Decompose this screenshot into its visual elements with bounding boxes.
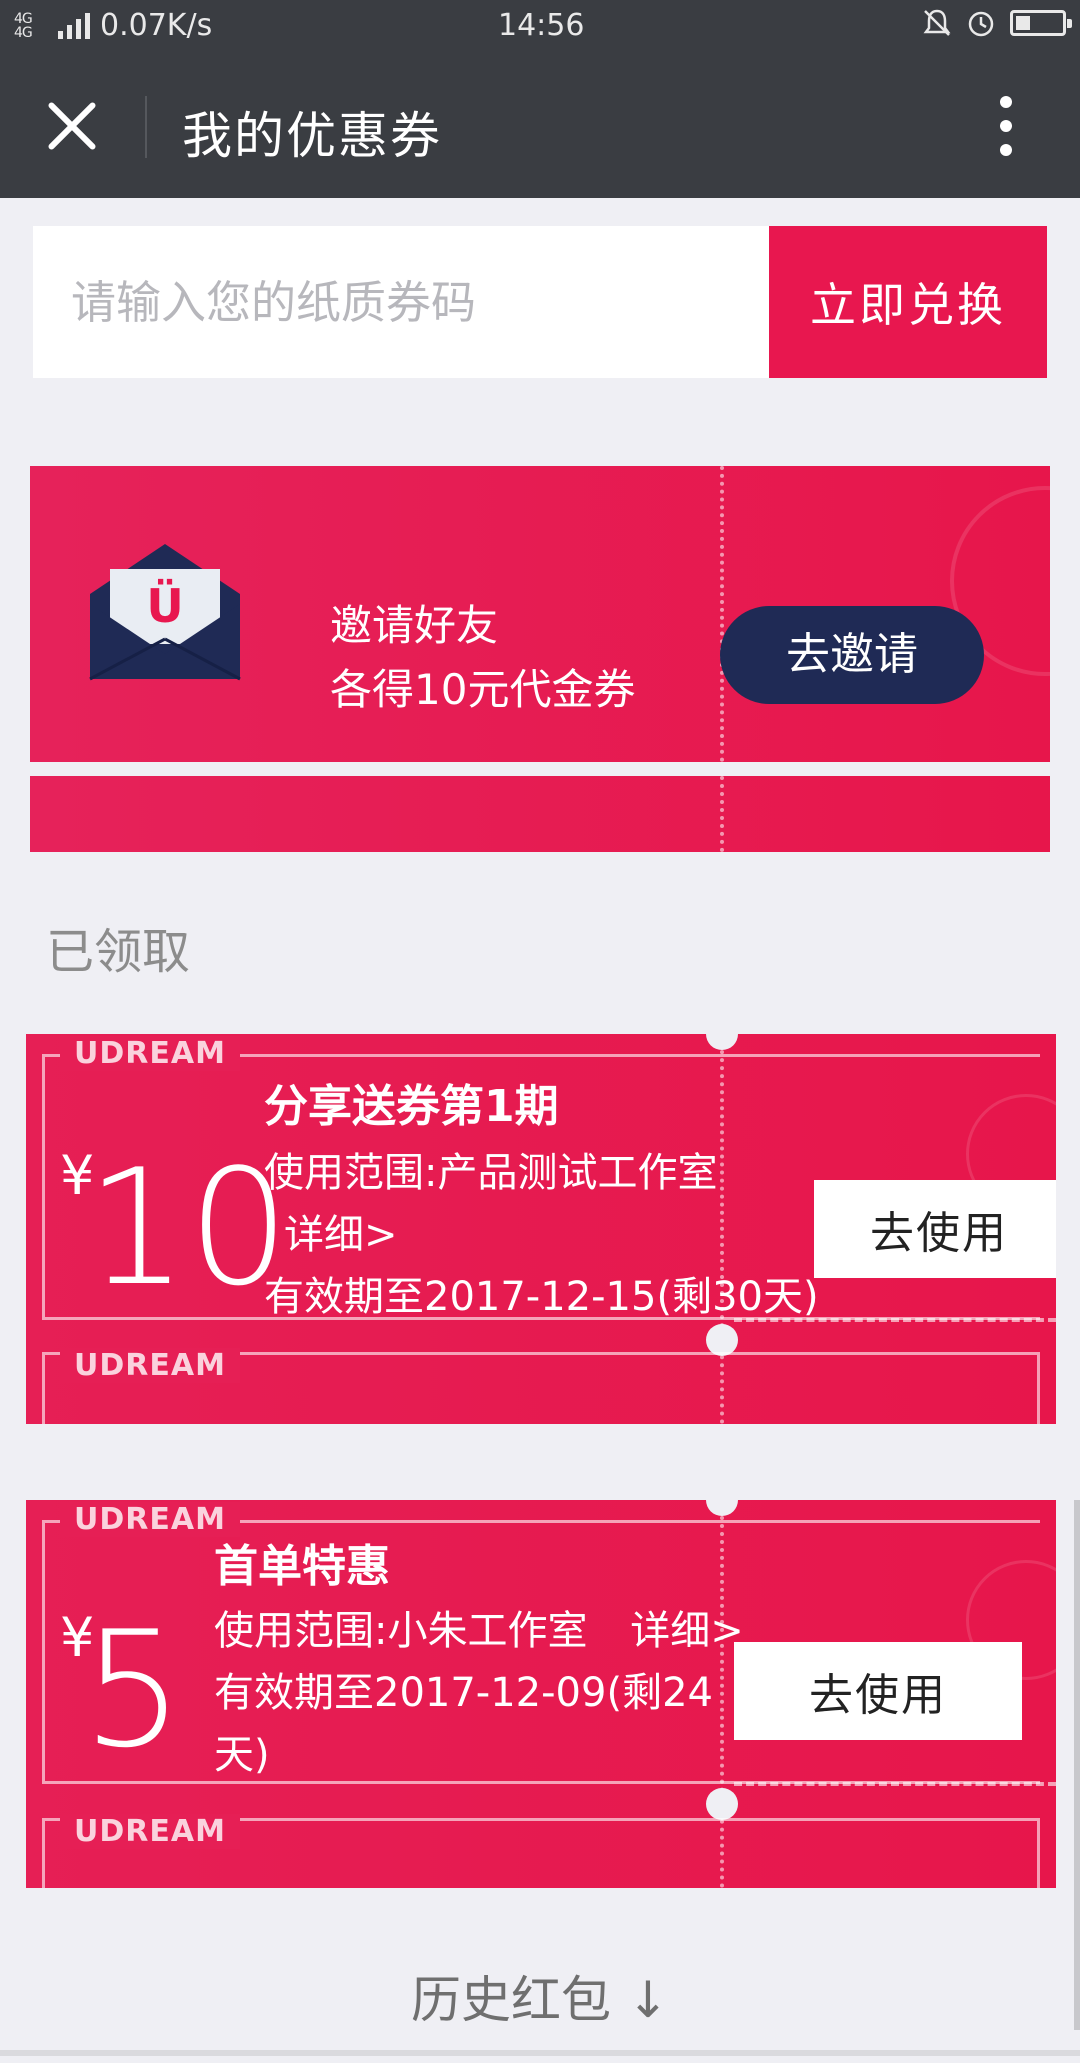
close-icon[interactable]: [44, 98, 100, 154]
invite-card: Ü 邀请好友 各得10元代金券 去邀请: [30, 466, 1050, 762]
coupon-validity: 有效期至2017-12-15(剩30天): [264, 1274, 819, 1320]
coupon-dashed-edge: [734, 1782, 1056, 1786]
title-separator: [145, 96, 147, 158]
coupon-brand: UDREAM: [60, 1348, 240, 1383]
arrow-down-icon: ↓: [627, 1971, 669, 2029]
signal-bars-icon: [58, 12, 90, 39]
coupon-validity: 有效期至2017-12-09(剩24天): [214, 1670, 713, 1778]
use-coupon-button[interactable]: 去使用: [814, 1180, 1056, 1278]
invite-line1: 邀请好友: [330, 601, 499, 650]
alarm-icon: [968, 11, 994, 37]
more-vertical-icon[interactable]: [998, 96, 1014, 156]
svg-text:Ü: Ü: [146, 579, 183, 633]
coupon-amount: 10: [86, 1134, 290, 1321]
signal-icon: 4G 4G: [14, 10, 33, 41]
status-bar: 4G 4G 0.07K/s 14:56: [0, 0, 1080, 56]
coupon-amount: 5: [82, 1596, 184, 1783]
status-time: 14:56: [498, 8, 585, 43]
coupon-notch: [706, 1034, 738, 1050]
coupon-brand: UDREAM: [60, 1814, 240, 1849]
perforation-line: [720, 466, 724, 762]
coupon-scope: 使用范围:产品测试工作室: [264, 1150, 718, 1196]
invite-line2: 各得10元代金券: [330, 665, 636, 714]
coupon-scope: 使用范围:小朱工作室: [214, 1608, 588, 1654]
use-coupon-button[interactable]: 去使用: [734, 1642, 1022, 1740]
page-title: 我的优惠券: [182, 107, 442, 165]
coupon-detail-link[interactable]: 详细>: [264, 1204, 834, 1266]
history-label[interactable]: 历史红包: [411, 1971, 611, 2029]
redeem-bar: 立即兑换: [33, 226, 1047, 378]
invite-card-stack: [30, 776, 1050, 852]
coupon-info: 使用范围:产品测试工作室 详细> 有效期至2017-12-15(剩30天): [264, 1142, 834, 1328]
network-speed: 0.07K/s: [100, 8, 213, 43]
coupon-brand: UDREAM: [60, 1036, 240, 1071]
status-icons: [922, 8, 1072, 38]
coupon-code-input[interactable]: [33, 226, 769, 378]
bell-off-icon: [923, 9, 951, 36]
coupon-detail-link[interactable]: 详细>: [630, 1608, 744, 1654]
network-indicator: 4G 4G 0.07K/s: [14, 8, 212, 43]
claimed-section-label: 已领取: [46, 924, 191, 980]
coupon-card: UDREAM ¥ 5 首单特惠 使用范围:小朱工作室 详细> 有效期至2017-…: [26, 1500, 1056, 1888]
coupon-notch: [706, 1500, 738, 1516]
perforation-line: [720, 776, 724, 852]
invite-text: 邀请好友 各得10元代金券: [330, 594, 635, 722]
invite-button[interactable]: 去邀请: [720, 606, 984, 704]
coupon-info: 使用范围:小朱工作室 详细> 有效期至2017-12-09(剩24天): [214, 1600, 754, 1786]
coupon-name: 首单特惠: [214, 1541, 390, 1592]
history-link[interactable]: 历史红包 ↓: [0, 1960, 1080, 2032]
coupon-name: 分享送券第1期: [264, 1081, 559, 1132]
coupon-notch: [706, 1788, 738, 1820]
redeem-button[interactable]: 立即兑换: [769, 226, 1047, 378]
battery-icon: [1010, 10, 1072, 36]
envelope-icon: Ü: [89, 544, 241, 681]
bottom-divider: [0, 2050, 1080, 2056]
coupon-card: UDREAM ¥ 10 分享送券第1期 使用范围:产品测试工作室 详细> 有效期…: [26, 1034, 1056, 1424]
scrollbar[interactable]: [1074, 1500, 1080, 2030]
coupon-brand: UDREAM: [60, 1502, 240, 1537]
coupon-scope-line: 使用范围:小朱工作室 详细>: [214, 1600, 754, 1662]
title-bar: 我的优惠券: [0, 56, 1080, 198]
